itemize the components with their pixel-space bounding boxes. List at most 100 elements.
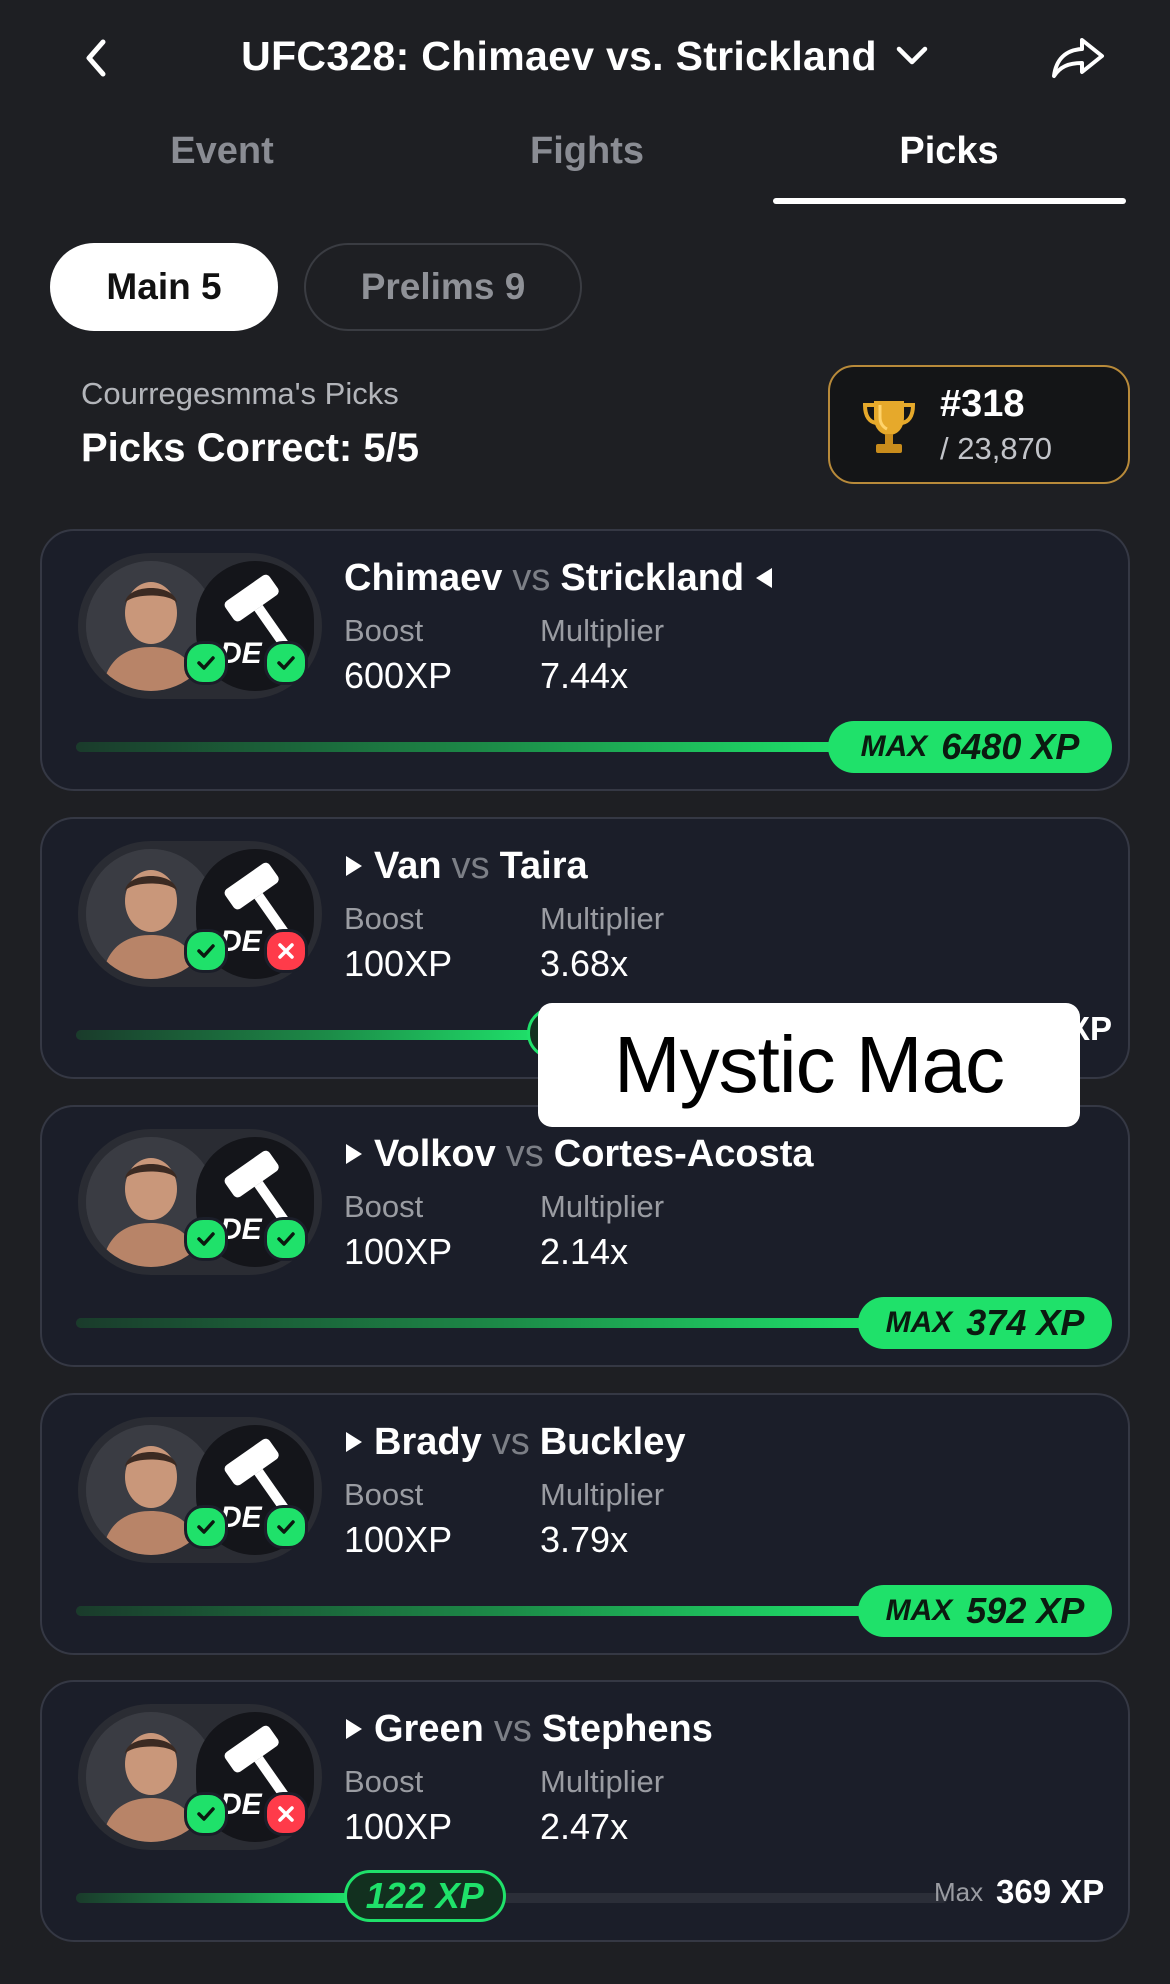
method-pick-status-icon — [264, 929, 308, 973]
multiplier-value: 2.14x — [540, 1231, 629, 1272]
vs-label: vs — [451, 845, 490, 887]
fighter-two: Strickland — [560, 557, 745, 599]
xp-progress-fill — [76, 1893, 354, 1903]
matchup: Volkov vs Cortes-Acosta — [344, 1133, 814, 1176]
x-icon — [278, 943, 294, 959]
method-pick-status-icon — [264, 1505, 308, 1549]
check-icon — [197, 656, 215, 670]
max-xp-pill: MAX 374 XP — [858, 1297, 1112, 1349]
multiplier-label: Multiplier — [540, 1477, 665, 1512]
fighter-one: Brady — [374, 1421, 482, 1463]
xp-progress-fill — [76, 1030, 537, 1040]
fighter-one: Volkov — [374, 1133, 496, 1175]
pointer-left-icon — [754, 557, 774, 600]
tab-picks[interactable]: Picks — [769, 120, 1129, 182]
chevron-down-icon — [896, 46, 928, 65]
multiplier-label: Multiplier — [540, 613, 665, 648]
matchup: Green vs Stephens — [344, 1708, 713, 1751]
pointer-right-icon — [344, 845, 364, 888]
boost-value: 100XP — [344, 943, 453, 984]
fighter-one: Chimaev — [344, 557, 503, 599]
fight-card[interactable]: DE Volkov vs Cortes-Acosta Boost Multipl… — [40, 1105, 1130, 1367]
multiplier-label: Multiplier — [540, 1764, 665, 1799]
boost-value: 100XP — [344, 1806, 453, 1847]
event-title-dropdown[interactable]: UFC328: Chimaev vs. Strickland — [0, 26, 1170, 86]
pick-avatars: DE — [78, 1417, 322, 1563]
boost-label: Boost — [344, 1764, 424, 1799]
pick-avatars: DE — [78, 1129, 322, 1275]
leaderboard-rank[interactable]: #318 / 23,870 — [828, 365, 1130, 484]
vs-label: vs — [491, 1421, 530, 1463]
check-icon — [197, 1807, 215, 1821]
multiplier-label: Multiplier — [540, 1189, 665, 1224]
check-icon — [197, 1232, 215, 1246]
multiplier-label: Multiplier — [540, 901, 665, 936]
xp-progress-fill — [76, 742, 838, 752]
check-icon — [277, 1520, 295, 1534]
boost-label: Boost — [344, 901, 424, 936]
pointer-right-icon — [344, 1708, 364, 1751]
method-pick-status-icon — [264, 1792, 308, 1836]
multiplier-value: 2.47x — [540, 1806, 629, 1847]
overlay-caption: Mystic Mac — [538, 1003, 1080, 1127]
rank-total: / 23,870 — [940, 431, 1053, 466]
page-title: UFC328: Chimaev vs. Strickland — [241, 32, 877, 79]
vs-label: vs — [493, 1708, 532, 1750]
boost-value: 100XP — [344, 1231, 453, 1272]
check-icon — [197, 944, 215, 958]
vs-label: vs — [505, 1133, 544, 1175]
segment-prelims[interactable]: Prelims 9 — [304, 243, 582, 331]
fighter-pick-status-icon — [184, 929, 228, 973]
matchup: Van vs Taira — [344, 845, 588, 888]
matchup: Brady vs Buckley — [344, 1421, 685, 1464]
matchup: Chimaev vs Strickland — [344, 557, 774, 600]
rank-value: #318 — [940, 383, 1025, 425]
fighter-pick-status-icon — [184, 1792, 228, 1836]
max-xp-value: 369 XP — [996, 1873, 1105, 1910]
fighter-pick-status-icon — [184, 641, 228, 685]
fighter-two: Taira — [499, 845, 588, 887]
method-pick-status-icon — [264, 1217, 308, 1261]
fighter-one: Green — [374, 1708, 484, 1750]
fighter-pick-status-icon — [184, 1217, 228, 1261]
fighter-two: Buckley — [539, 1421, 686, 1463]
pick-avatars: DE — [78, 1704, 322, 1850]
share-button[interactable] — [1046, 30, 1110, 86]
tab-fights[interactable]: Fights — [407, 120, 767, 182]
earned-xp-pill: 122 XP — [343, 1870, 506, 1922]
fight-card[interactable]: DE Chimaev vs Strickland Boost Multiplie… — [40, 529, 1130, 791]
max-label: MAX — [885, 1306, 953, 1339]
fight-card[interactable]: DE Brady vs Buckley Boost Multiplier 100… — [40, 1393, 1130, 1655]
pick-avatars: DE — [78, 553, 322, 699]
check-icon — [197, 1520, 215, 1534]
xp-progress-fill — [76, 1606, 868, 1616]
segment-main[interactable]: Main 5 — [50, 243, 278, 331]
multiplier-value: 3.79x — [540, 1519, 629, 1560]
xp-value: 592 XP — [966, 1590, 1085, 1631]
active-tab-indicator — [773, 198, 1126, 204]
method-pick-status-icon — [264, 641, 308, 685]
boost-value: 600XP — [344, 655, 453, 696]
pointer-right-icon — [344, 1133, 364, 1176]
max-label: MAX — [885, 1594, 953, 1627]
trophy-icon — [862, 401, 916, 453]
multiplier-value: 7.44x — [540, 655, 629, 696]
fighter-pick-status-icon — [184, 1505, 228, 1549]
check-icon — [277, 1232, 295, 1246]
fighter-two: Stephens — [541, 1708, 713, 1750]
picks-correct: Picks Correct: 5/5 — [81, 426, 419, 470]
fighter-one: Van — [374, 845, 442, 887]
max-xp-pill: MAX 592 XP — [858, 1585, 1112, 1637]
max-label: Max — [934, 1877, 984, 1907]
xp-progress-fill — [76, 1318, 868, 1328]
tab-event[interactable]: Event — [42, 120, 402, 182]
check-icon — [277, 656, 295, 670]
user-picks-label: Courregesmma's Picks — [81, 376, 399, 411]
max-xp-pill: MAX 6480 XP — [828, 721, 1112, 773]
boost-label: Boost — [344, 1477, 424, 1512]
pointer-right-icon — [344, 1421, 364, 1464]
boost-value: 100XP — [344, 1519, 453, 1560]
fight-card[interactable]: DE Green vs Stephens Boost Multiplier 10… — [40, 1680, 1130, 1942]
fighter-two: Cortes-Acosta — [553, 1133, 814, 1175]
xp-value: 6480 XP — [941, 726, 1080, 767]
